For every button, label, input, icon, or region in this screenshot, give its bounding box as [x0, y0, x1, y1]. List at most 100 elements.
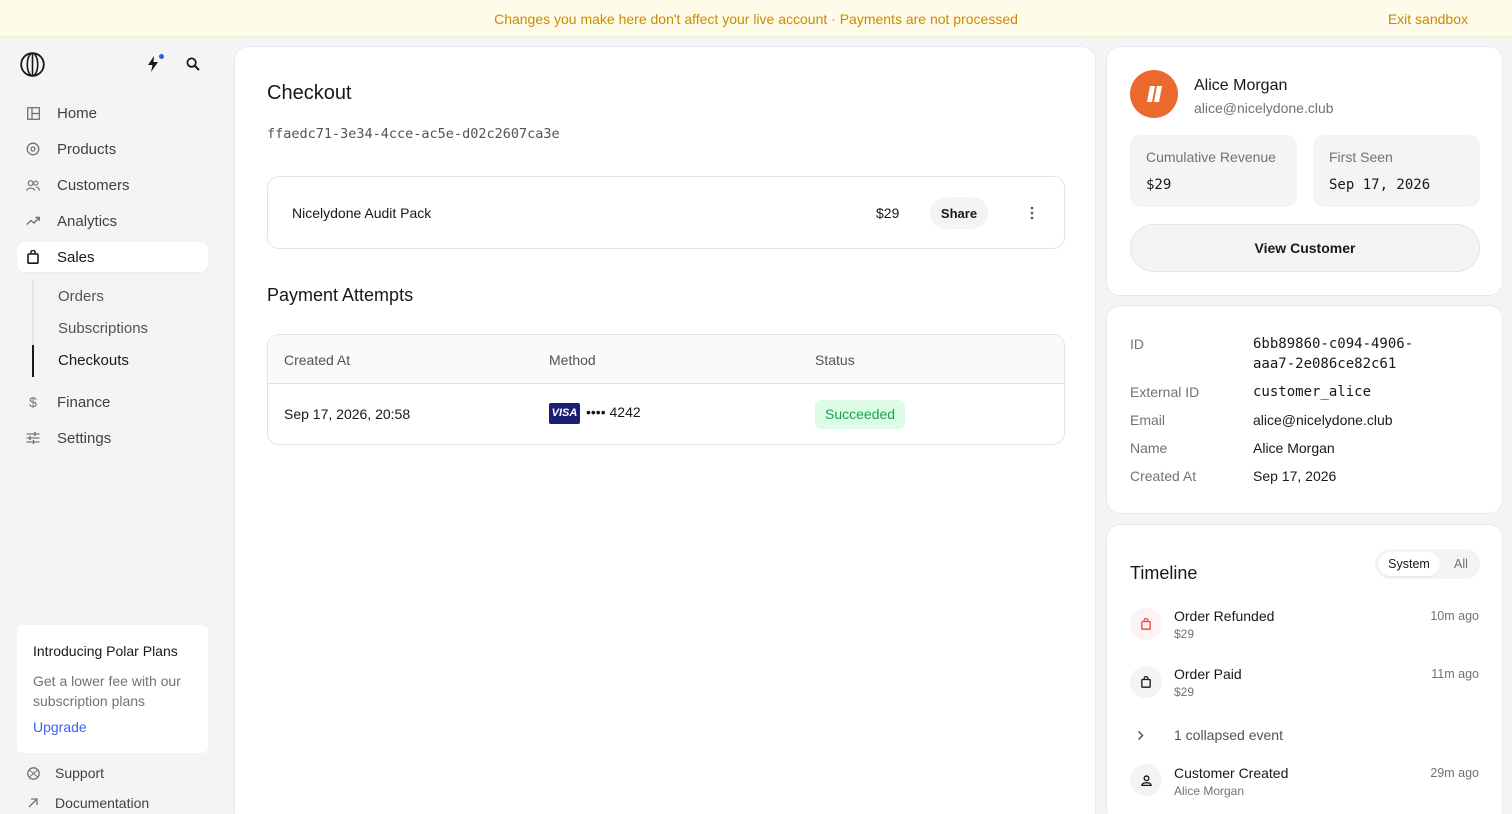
promo-title: Introducing Polar Plans [33, 643, 178, 659]
email-label: Email [1130, 412, 1166, 428]
nav-label: Products [57, 140, 117, 158]
visa-icon: VISA [549, 403, 580, 424]
event-sub: $29 [1174, 685, 1195, 699]
id-value-line1: 6bb89860-c094-4906- [1253, 336, 1414, 352]
timeline-card: Timeline System All Order Refunded $29 1… [1106, 524, 1503, 814]
polar-logo-icon[interactable] [20, 52, 45, 77]
product-card: Nicelydone Audit Pack $29 Share [267, 176, 1065, 249]
payment-attempts-table: Created At Method Status Sep 17, 2026, 2… [267, 334, 1065, 445]
subnav-item-subscriptions[interactable]: Subscriptions [58, 320, 148, 337]
event-title: Order Paid [1174, 666, 1242, 682]
payment-attempts-title: Payment Attempts [267, 285, 414, 305]
notification-dot [159, 54, 164, 59]
nav-item-customers[interactable]: Customers [17, 170, 208, 200]
nav-label: Sales [57, 248, 95, 266]
settings-icon [26, 431, 40, 445]
id-value: 6bb89860-c094-4906- aaa7-2e086ce82c61 [1253, 334, 1413, 374]
chevron-right-icon [1137, 730, 1167, 741]
event-sub: $29 [1174, 627, 1195, 641]
nav-label: Home [57, 104, 98, 122]
customer-email: alice@nicelydone.club [1194, 100, 1334, 116]
promo-body: Get a lower fee with our subscription pl… [33, 673, 181, 709]
nav-item-sales[interactable]: Sales [17, 242, 208, 272]
checkout-id: ffaedc71-3e34-4cce-ac5e-d02c2607ca3e [267, 126, 560, 142]
nav-label: Analytics [57, 212, 118, 230]
stat-first-seen: First Seen Sep 17, 2026 [1313, 135, 1480, 207]
checkout-panel: Checkout ffaedc71-3e34-4cce-ac5e-d02c260… [234, 46, 1096, 814]
collapsed-label: 1 collapsed event [1174, 727, 1283, 743]
event-time: 10m ago [1430, 609, 1479, 623]
product-name: Nicelydone Audit Pack [292, 205, 432, 221]
product-price: $29 [876, 205, 900, 221]
exit-sandbox-link[interactable]: Exit sandbox [1388, 11, 1468, 27]
event-sub: Alice Morgan [1174, 784, 1245, 798]
timeline-title: Timeline [1130, 563, 1198, 583]
column-method[interactable]: Method [549, 352, 596, 368]
card-last4: •••• 4242 [586, 404, 641, 421]
external-id-label: External ID [1130, 384, 1200, 400]
search-icon[interactable] [184, 55, 202, 73]
customer-name: Alice Morgan [1194, 77, 1288, 94]
customer-details-card: ID 6bb89860-c094-4906- aaa7-2e086ce82c61… [1106, 305, 1503, 514]
timeline-filter-toggle: System All [1375, 549, 1480, 579]
external-id-value: customer_alice [1253, 384, 1372, 400]
collapsed-events-toggle[interactable]: 1 collapsed event [1137, 727, 1283, 743]
nav-item-finance[interactable]: $ Finance [17, 387, 208, 417]
name-label: Name [1130, 440, 1168, 456]
support-label: Support [55, 765, 105, 781]
support-link[interactable]: Support [26, 765, 104, 781]
row-created-at: Sep 17, 2026, 20:58 [284, 406, 411, 422]
bag-icon [26, 250, 40, 264]
stat-value: $29 [1146, 177, 1172, 193]
id-label: ID [1130, 336, 1144, 352]
banner-message: Changes you make here don't affect your … [494, 11, 1018, 27]
nav-item-home[interactable]: Home [17, 98, 208, 128]
event-title: Order Refunded [1174, 608, 1275, 624]
share-button[interactable]: Share [930, 197, 988, 229]
customers-icon [26, 178, 40, 192]
stat-label: Cumulative Revenue [1146, 149, 1276, 165]
status-badge: Succeeded [815, 400, 906, 429]
stat-label: First Seen [1329, 149, 1393, 165]
upgrade-link[interactable]: Upgrade [33, 719, 87, 735]
dollar-icon: $ [29, 394, 37, 410]
arrow-up-right-icon [26, 798, 40, 808]
table-header: Created At Method Status [268, 335, 1064, 384]
view-customer-button[interactable]: View Customer [1130, 224, 1480, 272]
event-time: 29m ago [1430, 766, 1479, 780]
nav-label: Settings [57, 429, 112, 447]
filter-all[interactable]: All [1447, 552, 1475, 576]
nav-item-settings[interactable]: Settings [17, 423, 208, 453]
nav-item-products[interactable]: Products [17, 134, 208, 164]
column-created-at[interactable]: Created At [284, 352, 350, 368]
subnav-active-indicator [32, 345, 34, 377]
home-icon [26, 106, 40, 120]
event-title: Customer Created [1174, 765, 1289, 781]
promo-card: Introducing Polar Plans Get a lower fee … [17, 625, 208, 753]
nav-label: Customers [57, 176, 130, 194]
stat-value: Sep 17, 2026 [1329, 177, 1431, 193]
subnav-item-checkouts[interactable]: Checkouts [58, 352, 129, 369]
filter-system[interactable]: System [1378, 552, 1440, 576]
more-options-icon[interactable] [1024, 203, 1040, 223]
sandbox-banner: Changes you make here don't affect your … [0, 0, 1512, 37]
documentation-link[interactable]: Documentation [26, 795, 149, 811]
nav-label: Finance [57, 393, 111, 411]
created-at-label: Created At [1130, 468, 1197, 484]
sidebar: Home Products Customers Analytics Sales … [0, 37, 233, 814]
id-value-line2: aaa7-2e086ce82c61 [1253, 356, 1397, 372]
subnav-item-orders[interactable]: Orders [58, 288, 104, 305]
row-method: VISA •••• 4242 [549, 403, 641, 424]
name-value: Alice Morgan [1253, 440, 1335, 456]
refund-bag-icon [1130, 608, 1162, 640]
bag-icon [1130, 666, 1162, 698]
email-value: alice@nicelydone.club [1253, 412, 1393, 428]
stat-cumulative-revenue: Cumulative Revenue $29 [1130, 135, 1297, 207]
globe-icon [26, 766, 40, 780]
column-status[interactable]: Status [815, 352, 855, 368]
customer-card: Alice Morgan alice@nicelydone.club Cumul… [1106, 46, 1503, 296]
documentation-label: Documentation [55, 795, 150, 811]
analytics-icon [26, 214, 40, 228]
nav-item-analytics[interactable]: Analytics [17, 206, 208, 236]
user-icon [1130, 764, 1162, 796]
